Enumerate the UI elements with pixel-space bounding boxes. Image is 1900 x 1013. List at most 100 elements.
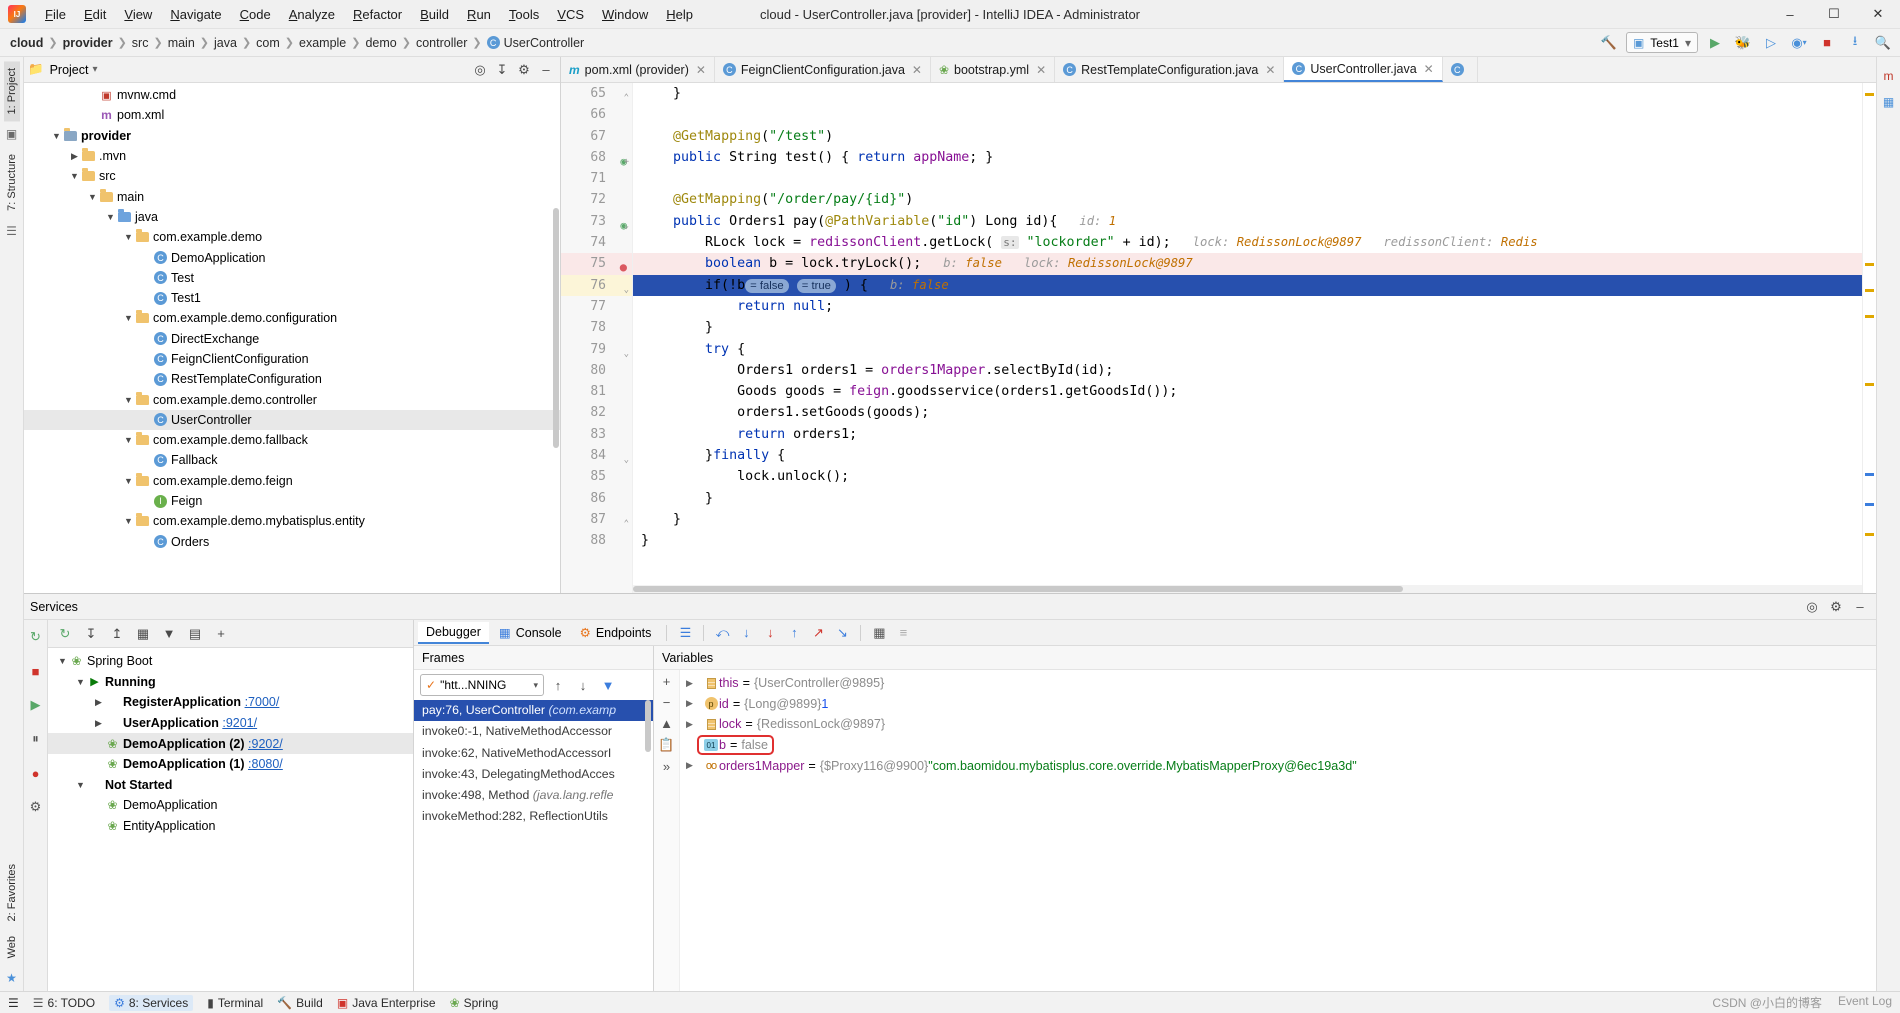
tree-twisty[interactable]: ▼ [50,131,63,141]
sidebar-item-favorites[interactable]: 2: Favorites [4,857,20,928]
code-line[interactable]: return null; [633,296,1862,317]
horizontal-scrollbar[interactable] [633,585,1862,593]
frame-item[interactable]: invoke:62, NativeMethodAccessorI [414,743,653,764]
status-item[interactable]: ❀Spring [450,996,499,1010]
menu-item-vcs[interactable]: VCS [548,4,593,25]
chevron-down-icon[interactable]: ▾ [92,64,97,75]
layout-icon[interactable]: ▤ [184,623,206,645]
code-line[interactable]: }finally { [633,445,1862,466]
menu-item-file[interactable]: File [36,4,75,25]
tree-item[interactable]: C DirectExchange [24,329,560,349]
close-tab-icon[interactable]: ✕ [912,63,922,77]
line-number[interactable]: 83 [561,424,632,445]
resume-icon[interactable]: ▶ [25,694,47,716]
coverage-button[interactable]: ▷ [1760,32,1782,53]
tree-twisty[interactable]: ▼ [122,313,135,323]
event-log-label[interactable]: Event Log [1838,994,1892,1011]
tree-item[interactable]: ▼ com.example.demo.fallback [24,430,560,450]
tree-item[interactable]: C RestTemplateConfiguration [24,369,560,389]
build-icon[interactable]: 🔨 [1598,32,1620,53]
close-tab-icon[interactable]: ✕ [696,63,706,77]
tree-item[interactable]: m pom.xml [24,105,560,125]
code-line[interactable]: } [633,317,1862,338]
service-item[interactable]: ❀ DemoApplication (2) :9202/ [48,733,413,754]
tree-twisty[interactable]: ▼ [122,516,135,526]
expand-arrow-icon[interactable]: ▶ [686,678,700,689]
code-line[interactable]: RLock lock = redissonClient.getLock( s: … [633,232,1862,253]
line-number[interactable]: 67 [561,126,632,147]
service-item[interactable]: ▶ RegisterApplication :7000/ [48,692,413,713]
line-number[interactable]: 73◉⌄ [561,211,632,232]
breadcrumb[interactable]: cloud❯provider❯src❯main❯java❯com❯example… [10,36,584,50]
database-icon[interactable]: ▦ [1883,95,1894,109]
line-number[interactable]: 79⌄ [561,339,632,360]
tree-item[interactable]: ▼ src [24,166,560,186]
breadcrumb-item-com[interactable]: com [256,36,280,50]
copy-icon[interactable]: 📋 [658,737,674,753]
services-tree[interactable]: ▼❀ Spring Boot ▼▶ Running ▶ RegisterAppl… [48,648,413,991]
filter-icon[interactable]: ▼ [158,623,180,645]
variables-list[interactable]: ▶ this = {UserController@9895} ▶ p id = … [680,670,1876,991]
target-icon[interactable]: ◎ [1802,597,1822,617]
warning-marker[interactable] [1865,93,1874,96]
code-line[interactable]: public Orders1 pay(@PathVariable("id") L… [633,211,1862,232]
code-line[interactable]: @GetMapping("/order/pay/{id}") [633,189,1862,210]
code-line[interactable]: return orders1; [633,424,1862,445]
tree-item[interactable]: ▼ provider [24,126,560,146]
code-line[interactable]: } [633,509,1862,530]
debug-button[interactable]: 🐝 [1732,32,1754,53]
code-line[interactable]: if(!b= false = true ) { b: false [633,275,1862,296]
editor-tab[interactable]: ❀bootstrap.yml✕ [931,57,1055,82]
editor-tab[interactable]: mpom.xml (provider)✕ [561,57,715,82]
editor-tabs[interactable]: mpom.xml (provider)✕CFeignClientConfigur… [561,57,1876,83]
sidebar-item-structure[interactable]: 7: Structure [4,147,20,218]
breadcrumb-item-provider[interactable]: provider [63,36,113,50]
changed-marker[interactable] [1865,473,1874,476]
run-configuration-selector[interactable]: ▣ Test1 ▾ [1626,32,1698,53]
editor-tab[interactable]: CFeignClientConfiguration.java✕ [715,57,931,82]
menu-item-analyze[interactable]: Analyze [280,4,344,25]
expand-all-icon[interactable]: ↧ [80,623,102,645]
tree-twisty[interactable]: ▼ [56,656,69,666]
tree-twisty[interactable]: ▼ [74,780,87,790]
breadcrumb-item-java[interactable]: java [214,36,237,50]
tree-item[interactable]: ▼ com.example.demo [24,227,560,247]
menu-item-help[interactable]: Help [657,4,702,25]
expand-arrow-icon[interactable]: ▶ [686,719,700,730]
frame-item[interactable]: pay:76, UserController (com.examp [414,700,653,721]
tree-item[interactable]: ▼ com.example.demo.controller [24,389,560,409]
frame-up-icon[interactable]: ↑ [547,674,569,696]
mute-breakpoints-icon[interactable]: ☰ [674,622,696,644]
tree-item[interactable]: ▼ com.example.demo.mybatisplus.entity [24,511,560,531]
tree-item[interactable]: ▣ mvnw.cmd [24,85,560,105]
sidebar-item-web[interactable]: Web [4,929,20,965]
warning-marker[interactable] [1865,315,1874,318]
tree-item[interactable]: ▼ com.example.demo.configuration [24,308,560,328]
search-icon[interactable]: 🔍 [1872,32,1894,53]
status-item[interactable]: ☰6: TODO [33,996,95,1010]
menu-item-tools[interactable]: Tools [500,4,548,25]
settings-icon[interactable]: ⚙ [25,796,47,818]
breadcrumb-item-main[interactable]: main [168,36,195,50]
step-over-icon[interactable]: ⤺ [711,622,733,644]
service-item[interactable]: ❀ DemoApplication [48,795,413,816]
tree-item[interactable]: ▶ .mvn [24,146,560,166]
line-number[interactable]: 84⌄ [561,445,632,466]
thread-selector[interactable]: ✓ "htt...NNING ▾ [420,674,544,696]
code-line[interactable]: Goods goods = feign.goodsservice(orders1… [633,381,1862,402]
line-number[interactable]: 88 [561,530,632,551]
code-line[interactable]: } [633,530,1862,551]
breadcrumb-item-cloud[interactable]: cloud [10,36,43,50]
line-number[interactable]: 81 [561,381,632,402]
service-port-link[interactable]: :7000/ [245,695,280,709]
tree-twisty[interactable]: ▶ [92,718,105,729]
status-item[interactable]: ▣Java Enterprise [337,996,436,1010]
expand-arrow-icon[interactable]: ▶ [686,760,700,771]
expand-arrow-icon[interactable]: ▶ [686,698,700,709]
editor-tab[interactable]: C [1443,57,1478,82]
run-button[interactable]: ▶ [1704,32,1726,53]
variable-row[interactable]: ▶ this = {UserController@9895} [680,673,1876,694]
target-icon[interactable]: ◎ [470,60,490,80]
tree-twisty[interactable]: ▼ [104,212,117,222]
code-line[interactable]: try { [633,339,1862,360]
